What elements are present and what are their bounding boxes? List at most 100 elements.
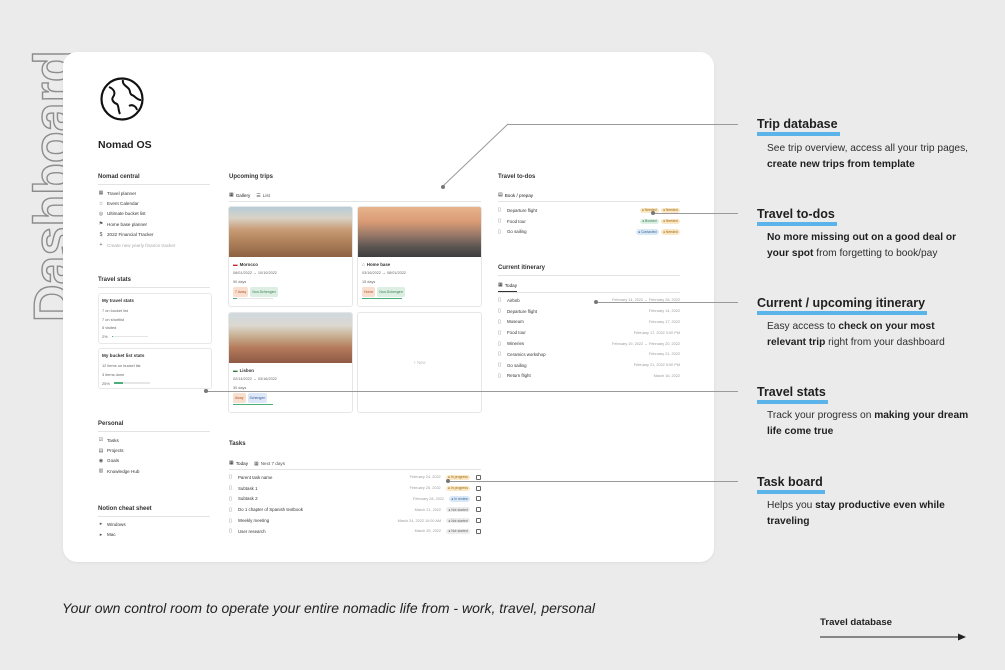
itinerary-row[interactable]: ▯ Airbnb February 14, 2022 → February 28, … (498, 295, 680, 306)
itinerary-name: Return flight (507, 373, 531, 379)
annotation-text-part: Track your progress on (767, 410, 875, 421)
task-row[interactable]: ▯ Parent task name February 24, 2022 ● In p… (229, 472, 481, 483)
task-row[interactable]: ▯ User research March 25, 2022 ● Not starte… (229, 526, 481, 537)
task-checkbox[interactable] (476, 518, 481, 524)
itinerary-row[interactable]: ▯ Departure flight February 14, 2022 (498, 306, 680, 317)
task-checkbox[interactable] (476, 528, 481, 534)
nav-item-2022-financial-tracker[interactable]: $2022 Financial Tracker (98, 230, 210, 240)
nav-item-ultimate-bucket-list[interactable]: ◎ Ultimate bucket list (98, 209, 210, 219)
nav-item-knowledge-hub[interactable]: ▥ Knowledge Hub (98, 466, 210, 476)
nomad-central-list: ▦ Travel planner ☆ Event Calendar ◎ Ultimate … (98, 188, 210, 250)
itinerary-name: Museum (507, 319, 524, 325)
itinerary-row[interactable]: ▯ Food tour February 17, 2022 3:00 PM (498, 327, 680, 338)
trip-progress-fill (233, 404, 273, 406)
new-trip-card[interactable]: + New (357, 312, 482, 413)
leader-dot (594, 300, 598, 304)
annotation-text-part: See trip overview, access all your trip … (767, 143, 969, 154)
todo-row[interactable]: ▯ Food tour ● Booked ● Needed (498, 216, 680, 227)
nav-item-home-base-planner[interactable]: ⚑ Home base planner (98, 219, 210, 229)
itinerary-row[interactable]: ▯ Wineries February 19, 2022 → February 20… (498, 338, 680, 349)
stat-line: 12 items on bucket list (102, 363, 141, 368)
nav-item-travel-planner[interactable]: ▦ Travel planner (98, 188, 210, 198)
trip-progress-fill (233, 298, 237, 300)
trip-card-home-base[interactable]: ⌂ Home base 03/16/2022 → 08/01/2022 15 days… (357, 206, 482, 307)
task-checkbox[interactable] (476, 474, 481, 480)
arrow-right-icon[interactable] (820, 631, 966, 643)
nav-item-projects[interactable]: ▤ Projects (98, 445, 210, 455)
nav-item-label: Knowledge Hub (107, 468, 140, 474)
itinerary-date: February 21, 2022 5:00 PM (633, 363, 680, 368)
itinerary-row[interactable]: ▯ Return flight March 16, 2022 (498, 371, 680, 382)
travel-database-link[interactable]: Travel database (820, 617, 892, 628)
nav-item-event-calendar[interactable]: ☆ Event Calendar (98, 198, 210, 208)
stat-line: 5 visited (102, 325, 117, 330)
page-icon: ▯ (498, 318, 501, 325)
annotation-text-part: Easy access to (767, 321, 839, 332)
leader-dot (441, 185, 445, 189)
my-travel-stats-card[interactable]: My travel stats 7 on bucket list 7 on shor… (98, 293, 212, 344)
itinerary-row[interactable]: ▯ Ceramics workshop February 21, 2022 (498, 349, 680, 360)
page-icon: ▯ (229, 495, 232, 502)
tab-today[interactable]: ▦ Today (498, 282, 517, 292)
leader-dot (446, 479, 450, 483)
task-name: Subtask 1 (238, 485, 258, 491)
nav-item-label: Projects (107, 448, 124, 454)
my-bucket-list-stats-card[interactable]: My bucket list stats 12 items on bucket l… (98, 348, 212, 389)
flag-morocco: ▬ (233, 262, 238, 267)
leader-line (448, 481, 738, 482)
nav-item-windows[interactable]: ▸ Windows (98, 519, 210, 529)
annotation-title: Trip database (757, 117, 840, 136)
task-row[interactable]: ▯ Do 1 chapter of Spanish textbook March 2… (229, 504, 481, 515)
nav-item-tasks[interactable]: ☑ Tasks (98, 435, 210, 445)
leader-line (653, 213, 738, 214)
page-icon: ▯ (498, 297, 501, 304)
task-name: Parent task name (238, 474, 273, 480)
itinerary-name: Go sailing (507, 362, 527, 368)
trip-card-lisbon[interactable]: ▬ Lisbon 02/14/2022 → 03/16/2022 30 days Awa… (228, 312, 353, 413)
status-badge: ● Not started (446, 528, 470, 534)
page-icon: ▯ (498, 372, 501, 379)
personal-list: ☑ Tasks ▤ Projects ◉ Goals ▥ Knowledge Hub (98, 435, 210, 477)
task-row[interactable]: ▯ Weekly meeting March 24, 2022 10:00 AM ● … (229, 515, 481, 526)
task-checkbox[interactable] (476, 485, 481, 491)
house-icon: ⌂ (362, 262, 365, 267)
progress-percent: 2% (102, 334, 108, 339)
tag: Away (233, 393, 246, 403)
check-square-icon: ☑ (98, 437, 104, 444)
gallery-icon: ▦ (229, 192, 234, 198)
todo-row[interactable]: ▯ Go sailing ● Contacted ● Needed (498, 227, 680, 238)
table-icon: ▤ (498, 192, 503, 198)
task-checkbox[interactable] (476, 496, 481, 502)
progress-row: 2% (102, 333, 208, 341)
itinerary-date: February 14, 2022 (648, 309, 680, 314)
stat-line: 7 on bucket list (102, 308, 128, 313)
trip-card-morocco[interactable]: ▬ Morocco 08/01/2022 → 10/10/2022 90 days 7 … (228, 206, 353, 307)
nav-item-mac[interactable]: ▸ Mac (98, 529, 210, 539)
cheat-sheet-list: ▸ Windows ▸ Mac (98, 519, 210, 540)
annotation-title: Task board (757, 475, 825, 494)
nav-item-create-new-yearly-finance-tracker[interactable]: + Create new yearly finance tracker (98, 240, 210, 250)
trip-progress-bar (362, 298, 402, 300)
task-checkbox[interactable] (476, 507, 481, 513)
calendar-icon: ▦ (254, 460, 259, 467)
page-icon: ▯ (229, 517, 232, 524)
nav-item-goals[interactable]: ◉ Goals (98, 456, 210, 466)
itinerary-name: Food tour (507, 330, 526, 336)
star-icon: ☆ (98, 200, 104, 207)
itinerary-row[interactable]: ▯ Go sailing February 21, 2022 5:00 PM (498, 360, 680, 371)
check-circle-icon: ◎ (98, 210, 104, 217)
task-row[interactable]: ▯ Subtask 2 February 28, 2022 ● In review (229, 494, 481, 505)
annotation-title: Current / upcoming itinerary (757, 296, 927, 315)
task-row[interactable]: ▯ Subtask 1 February 25, 2022 ● In progress (229, 483, 481, 494)
itinerary-name: Departure flight (507, 308, 538, 314)
flag-portugal: ▬ (233, 368, 238, 373)
task-date: February 28, 2022 (413, 496, 445, 501)
trip-body: ▬ Lisbon 02/14/2022 → 03/16/2022 30 days Awa… (229, 363, 352, 408)
status-badge: ● Booked (639, 218, 659, 224)
nav-item-label: Ultimate bucket list (107, 211, 146, 217)
itinerary-name: Ceramics workshop (507, 351, 546, 357)
itinerary-row[interactable]: ▯ Museum February 17, 2022 (498, 317, 680, 328)
progress-fill (111, 335, 114, 338)
trip-name-text: Home base (366, 262, 391, 267)
divider (498, 275, 680, 276)
